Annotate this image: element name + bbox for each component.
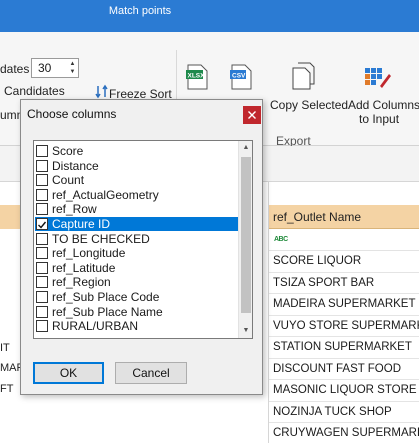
column-option-label: ref_Latitude	[52, 260, 116, 275]
column-option[interactable]: RURAL/URBAN	[35, 319, 238, 333]
left-cell: FT	[0, 383, 14, 395]
checkbox[interactable]	[36, 291, 48, 303]
candidates-label: dates	[0, 62, 30, 76]
column-option[interactable]: ref_Latitude	[35, 261, 238, 275]
table-row[interactable]: NOZINJA TUCK SHOP	[269, 402, 419, 423]
table-row[interactable]: TSIZA SPORT BAR	[269, 273, 419, 294]
scrollbar-thumb[interactable]	[241, 157, 251, 313]
title-bar: Match points	[0, 0, 419, 32]
column-option[interactable]: ref_Longitude	[35, 246, 238, 260]
column-option-label: ref_Sub Place Name	[52, 304, 163, 319]
ribbon-tab-match-points[interactable]: Match points	[96, 0, 184, 22]
spinner-arrows-icon[interactable]: ▲ ▼	[68, 60, 77, 76]
ok-button[interactable]: OK	[33, 362, 104, 384]
table-row[interactable]: MASONIC LIQUOR STORE	[269, 380, 419, 402]
table-row[interactable]: VUYO STORE SUPERMARKET	[269, 316, 419, 337]
svg-text:CSV: CSV	[232, 73, 246, 80]
column-option-label: ref_Row	[52, 202, 97, 217]
candidates-label-2: Candidates	[4, 84, 65, 98]
checkbox[interactable]	[36, 203, 48, 216]
column-option-label: Count	[52, 173, 85, 188]
text-type-icon: ABC	[274, 236, 288, 243]
column-option-label: RURAL/URBAN	[52, 319, 139, 334]
add-columns-button-line2[interactable]: to Input	[359, 112, 399, 126]
column-option[interactable]: TO BE CHECKED	[35, 232, 238, 246]
column-option[interactable]: Distance	[35, 159, 238, 173]
left-column-header	[0, 205, 20, 229]
checkbox[interactable]	[36, 305, 48, 318]
left-cell: MAR	[0, 362, 20, 374]
column-option-label: ref_Region	[52, 275, 111, 290]
column-option-label: ref_Sub Place Code	[52, 290, 160, 304]
table-row[interactable]: MADEIRA SUPERMARKET	[269, 294, 419, 316]
close-button[interactable]	[243, 106, 261, 124]
checkbox-checked[interactable]	[36, 218, 48, 230]
scroll-up-icon[interactable]: ▲	[239, 141, 252, 155]
add-columns-button[interactable]: Add Columns	[348, 98, 419, 112]
column-option-label: TO BE CHECKED	[52, 231, 150, 246]
column-option-label: ref_ActualGeometry	[52, 187, 159, 202]
table-row[interactable]: CRUYWAGEN SUPERMARKET	[269, 423, 419, 443]
cancel-button[interactable]: Cancel	[115, 362, 187, 384]
checkbox[interactable]	[36, 159, 48, 172]
listbox-scrollbar[interactable]: ▲ ▼	[238, 141, 252, 338]
column-filter-row[interactable]: ABC	[269, 229, 419, 251]
table-row[interactable]: DISCOUNT FAST FOOD	[269, 359, 419, 380]
column-option-label: ref_Longitude	[52, 246, 126, 261]
checkbox[interactable]	[36, 174, 48, 187]
scroll-down-icon[interactable]: ▼	[239, 324, 252, 338]
close-icon	[248, 111, 256, 119]
checkbox[interactable]	[36, 320, 48, 333]
column-option[interactable]: Score	[35, 144, 238, 158]
column-header-outlet-name[interactable]: ref_Outlet Name	[269, 205, 419, 229]
columns-listbox[interactable]: Score Distance Count ref_ActualGeometry ref_…	[33, 140, 253, 339]
column-option[interactable]: ref_Sub Place Name	[35, 305, 238, 319]
xlsx-export-icon[interactable]: XLSX	[186, 64, 208, 93]
candidates-value: 30	[38, 61, 52, 75]
outlet-name-column: ref_Outlet Name ABC SCORE LIQUOR TSIZA S…	[268, 182, 419, 443]
dialog-title: Choose columns	[27, 107, 117, 121]
column-option-label: Score	[52, 144, 84, 158]
checkbox[interactable]	[36, 276, 48, 289]
checkmark-icon	[38, 221, 47, 229]
copy-selected-icon[interactable]	[291, 62, 315, 93]
table-row[interactable]: SCORE LIQUOR	[269, 251, 419, 273]
copy-selected-button[interactable]: Copy Selected	[270, 98, 348, 112]
csv-export-icon[interactable]: CSV	[230, 64, 252, 93]
column-option[interactable]: ref_ActualGeometry	[35, 188, 238, 202]
svg-text:XLSX: XLSX	[188, 73, 206, 80]
candidates-spinner[interactable]: 30 ▲ ▼	[31, 58, 79, 78]
column-option[interactable]: Count	[35, 173, 238, 187]
column-option[interactable]: ref_Region	[35, 275, 238, 289]
table-row[interactable]: STATION SUPERMARKET	[269, 337, 419, 359]
checkbox[interactable]	[36, 145, 48, 157]
choose-columns-dialog: Choose columns Score Distance Count ref_Act…	[20, 99, 263, 395]
column-option-label: Distance	[52, 158, 99, 173]
column-option[interactable]: Capture ID	[35, 217, 238, 231]
checkbox[interactable]	[36, 188, 48, 201]
checkbox[interactable]	[36, 261, 48, 274]
checkbox[interactable]	[36, 247, 48, 260]
column-option[interactable]: ref_Sub Place Code	[35, 290, 238, 304]
column-option[interactable]: ref_Row	[35, 202, 238, 216]
left-cell: IT	[0, 342, 10, 354]
add-columns-icon[interactable]	[364, 64, 392, 93]
checkbox[interactable]	[36, 232, 48, 245]
column-option-label: Capture ID	[52, 217, 111, 231]
